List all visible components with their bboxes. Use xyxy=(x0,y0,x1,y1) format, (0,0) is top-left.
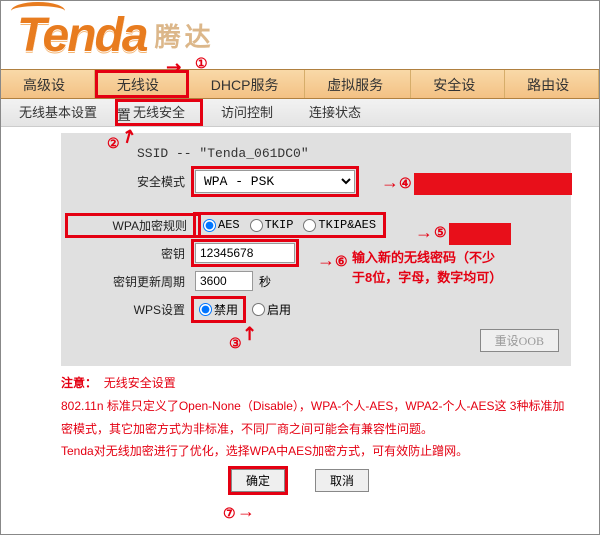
pink-bar-4 xyxy=(414,173,572,195)
wps-label: WPS设置 xyxy=(67,301,195,318)
main-nav: 高级设置 无线设置 DHCP服务器 虚拟服务器 安全设置 路由设置 xyxy=(1,69,599,99)
notes-line1: 802.11n 标准只定义了Open-None（Disable），WPA-个人-… xyxy=(61,395,571,441)
brand-text-cn: 腾达 xyxy=(155,17,215,54)
wps-disable[interactable]: 禁用 xyxy=(199,301,238,318)
nav-routing[interactable]: 路由设置 xyxy=(505,70,599,98)
swoosh-icon xyxy=(11,2,65,20)
nav-security[interactable]: 安全设置 xyxy=(411,70,505,98)
subnav-status[interactable]: 连接状态 xyxy=(291,99,379,126)
sec-mode-select[interactable]: WPA - PSK xyxy=(195,170,355,193)
nav-virtual-server[interactable]: 虚拟服务器 xyxy=(305,70,411,98)
wpa-rule-label: WPA加密规则 xyxy=(69,217,197,234)
nav-wireless[interactable]: 无线设置 xyxy=(95,70,189,98)
radio-aes[interactable] xyxy=(203,219,216,232)
subnav-security[interactable]: 无线安全 xyxy=(115,99,203,126)
notes-area: 注意： 无线安全设置 802.11n 标准只定义了Open-None（Disab… xyxy=(61,372,571,463)
header: Tenda 腾达 xyxy=(1,1,599,69)
brand-logo-en: Tenda xyxy=(17,8,147,63)
radio-tkip[interactable] xyxy=(250,219,263,232)
radio-tkipaes[interactable] xyxy=(303,219,316,232)
subnav-access[interactable]: 访问控制 xyxy=(203,99,291,126)
sec-mode-label: 安全模式 xyxy=(67,173,195,190)
notes-line2: Tenda对无线加密进行了优化，选择WPA中AES加密方式，可有效防止蹭网。 xyxy=(61,440,571,463)
marker-7: ⑦ xyxy=(223,505,236,522)
wpa-rule-group: AES TKIP TKIP&AES xyxy=(197,216,382,234)
radio-wps-enable[interactable] xyxy=(252,303,265,316)
key-interval-input[interactable] xyxy=(195,271,253,291)
key-interval-label: 密钥更新周期 xyxy=(67,273,195,290)
notes-header-rest: 无线安全设置 xyxy=(104,376,176,390)
reset-oob-button[interactable]: 重设OOB xyxy=(480,329,559,352)
ok-button[interactable]: 确定 xyxy=(231,469,285,492)
nav-dhcp[interactable]: DHCP服务器 xyxy=(189,70,305,98)
arrow-7: → xyxy=(237,501,255,522)
key-input[interactable] xyxy=(195,243,295,263)
wpa-rule-tkip[interactable]: TKIP xyxy=(250,218,294,232)
cancel-button[interactable]: 取消 xyxy=(315,469,369,492)
ssid-line: SSID -- "Tenda_061DC0" xyxy=(67,146,309,161)
sub-nav: 无线基本设置 无线安全 访问控制 连接状态 xyxy=(1,99,599,127)
subnav-basic[interactable]: 无线基本设置 xyxy=(1,99,115,126)
key-interval-unit: 秒 xyxy=(259,273,271,290)
wpa-rule-tkipaes[interactable]: TKIP&AES xyxy=(303,218,376,232)
notes-header-lead: 注意： xyxy=(61,376,97,390)
nav-advanced[interactable]: 高级设置 xyxy=(1,70,95,98)
wps-enable[interactable]: 启用 xyxy=(252,301,291,318)
pink-bar-5 xyxy=(449,223,511,245)
wpa-rule-aes[interactable]: AES xyxy=(203,218,240,232)
radio-wps-disable[interactable] xyxy=(199,303,212,316)
key-label: 密钥 xyxy=(67,245,195,262)
key-hint: 输入新的无线密码（不少 于8位，字母，数字均可） xyxy=(352,248,502,287)
button-row: 确定 取消 xyxy=(1,469,599,492)
